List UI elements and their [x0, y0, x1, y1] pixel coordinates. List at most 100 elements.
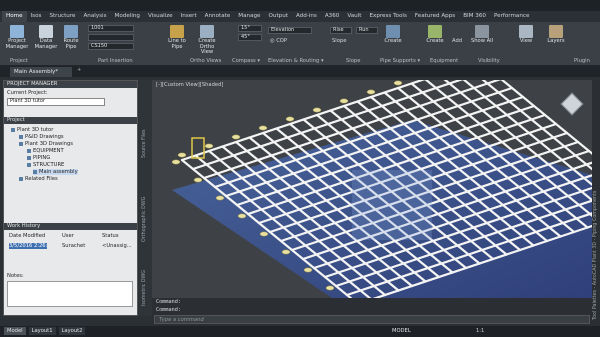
size-dropdown[interactable]: 1001	[88, 25, 134, 32]
isometric-dwg-tab[interactable]: Isometric DWG	[142, 270, 147, 306]
model-space-toggle[interactable]: MODEL	[392, 328, 411, 334]
command-history-1: Command:	[156, 299, 181, 305]
line-to-pipe-button[interactable]: Line to Pipe	[165, 25, 189, 50]
column-base-node	[339, 98, 349, 104]
command-line[interactable]: Command: Command: Type a command	[152, 298, 592, 326]
ribbon-tab-manage[interactable]: Manage	[234, 11, 264, 22]
project-manager-button[interactable]: Project Manager	[4, 25, 30, 50]
current-project-dropdown[interactable]: Plant 3D tutor	[7, 98, 105, 106]
layout-tab-layout1[interactable]: Layout1	[28, 327, 56, 335]
folder-icon	[33, 169, 37, 174]
tree-item-main-assembly[interactable]: Main assembly	[33, 169, 78, 175]
folder-icon	[19, 141, 23, 146]
data-manager-button[interactable]: Data Manager	[34, 25, 58, 50]
pipe-support-icon	[386, 25, 400, 38]
tree-item-label: Related Files	[25, 176, 58, 182]
column-base-node	[258, 125, 268, 131]
add-equipment-button[interactable]: Add	[452, 38, 462, 44]
tree-item-p-id-drawings[interactable]: P&ID Drawings	[19, 134, 64, 140]
rise-field[interactable]: Rise	[330, 27, 352, 34]
work-history-column[interactable]: Date Modified	[9, 233, 45, 239]
source-files-tab[interactable]: Source Files	[142, 129, 147, 158]
line-to-pipe-icon	[170, 25, 184, 38]
work-history-column[interactable]: Status	[102, 233, 119, 239]
annotation-scale[interactable]: 1:1	[476, 328, 484, 334]
ribbon-tab-performance[interactable]: Performance	[490, 11, 533, 22]
tree-item-label: Main assembly	[39, 169, 78, 175]
tree-item-label: Plant 3D tutor	[17, 127, 54, 133]
folder-icon	[27, 155, 31, 160]
column-base-node	[237, 213, 247, 219]
folder-icon	[19, 134, 23, 139]
ribbon-tab-add-ins[interactable]: Add-ins	[292, 11, 321, 22]
drawing-viewport[interactable]: [-][Custom View][Shaded]	[152, 80, 592, 298]
view-cube-icon	[519, 25, 533, 38]
run-field[interactable]: Run	[356, 27, 378, 34]
panel-label-elevation-routing: Elevation & Routing ▾	[268, 58, 324, 64]
command-placeholder: Type a command	[159, 317, 204, 323]
elevation-field[interactable]: Elevation	[268, 27, 312, 34]
ribbon-tab-annotate[interactable]: Annotate	[201, 11, 235, 22]
layout-tab-layout2[interactable]: Layout2	[58, 327, 86, 335]
create-support-button[interactable]: Create	[382, 25, 404, 45]
column-base-node	[171, 159, 181, 165]
panel-label-compass: Compass ▾	[232, 58, 260, 64]
command-input[interactable]: Type a command	[154, 315, 590, 324]
spec-dropdown-top[interactable]	[88, 34, 134, 41]
column-base-node	[285, 116, 295, 122]
ribbon-tab-express-tools[interactable]: Express Tools	[365, 11, 410, 22]
layers-button[interactable]: Layers	[545, 25, 567, 45]
orthographic-dwg-tab[interactable]: Orthographic DWG	[142, 197, 147, 242]
ribbon-tab-output[interactable]: Output	[265, 11, 292, 22]
ribbon-tab-vault[interactable]: Vault	[343, 11, 365, 22]
panel-label-slope: Slope	[346, 58, 361, 64]
ribbon-tab-home[interactable]: Home	[2, 11, 27, 22]
tree-item-equipment[interactable]: EQUIPMENT	[27, 148, 64, 154]
angle-field-2[interactable]: 45°	[238, 34, 262, 41]
layout-tab-model[interactable]: Model	[4, 327, 26, 335]
ribbon-tab-a360[interactable]: A360	[321, 11, 344, 22]
tree-item-piping[interactable]: PIPING	[27, 155, 50, 161]
ribbon-tab-structure[interactable]: Structure	[45, 11, 79, 22]
angle-field-1[interactable]: 15°	[238, 25, 262, 32]
column-base-node	[204, 143, 214, 149]
tree-item-related-files[interactable]: Related Files	[19, 176, 58, 182]
current-project-label: Current Project:	[7, 90, 48, 96]
panel-label-equipment: Equipment	[430, 58, 459, 64]
show-all-button[interactable]: Show All	[470, 25, 494, 45]
ribbon-tab-bim-360[interactable]: BIM 360	[459, 11, 490, 22]
notes-box[interactable]	[7, 281, 133, 307]
tree-item-plant-3d-tutor[interactable]: Plant 3D tutor	[11, 127, 53, 133]
column-base-node	[231, 134, 241, 140]
panel-label-plugin: Plugin	[574, 58, 590, 64]
route-pipe-button[interactable]: Route Pipe	[60, 25, 82, 50]
ribbon-tab-insert[interactable]: Insert	[177, 11, 201, 22]
folder-icon	[19, 176, 23, 181]
show-all-icon	[475, 25, 489, 38]
work-history-header: Work History	[4, 223, 137, 230]
new-tab-icon[interactable]: +	[77, 67, 81, 73]
create-equipment-button[interactable]: Create	[424, 25, 446, 45]
column-base-node	[281, 249, 291, 255]
tree-item-plant-3d-drawings[interactable]: Plant 3D Drawings	[19, 141, 73, 147]
ribbon-tab-visualize[interactable]: Visualize	[144, 11, 177, 22]
panel-label-ortho-views: Ortho Views	[190, 58, 222, 64]
tree-item-label: P&ID Drawings	[25, 134, 64, 140]
cop-toggle[interactable]: ◎ COP	[270, 38, 287, 44]
title-bar	[0, 0, 600, 11]
tree-item-label: PIPING	[33, 155, 51, 161]
column-base-node	[259, 231, 269, 237]
view-button[interactable]: View	[515, 25, 537, 45]
project-section-header: Project	[4, 117, 137, 124]
ribbon-tab-analysis[interactable]: Analysis	[79, 11, 110, 22]
ribbon-tab-modeling[interactable]: Modeling	[111, 11, 144, 22]
tree-item-structure[interactable]: STRUCTURE	[27, 162, 64, 168]
spec-dropdown[interactable]: CS150	[88, 43, 134, 50]
tool-palettes-title[interactable]: Tool Palettes - AutoCAD Plant 3D - Pipin…	[593, 191, 598, 320]
document-tab-main-assembly[interactable]: Main Assembly*	[10, 67, 72, 77]
ribbon-tab-featured-apps[interactable]: Featured Apps	[411, 11, 459, 22]
work-history-cell: Surachet	[62, 243, 86, 249]
work-history-column[interactable]: User	[62, 233, 74, 239]
create-ortho-view-button[interactable]: Create Ortho View	[193, 25, 221, 56]
ribbon-tab-isos[interactable]: Isos	[27, 11, 46, 22]
